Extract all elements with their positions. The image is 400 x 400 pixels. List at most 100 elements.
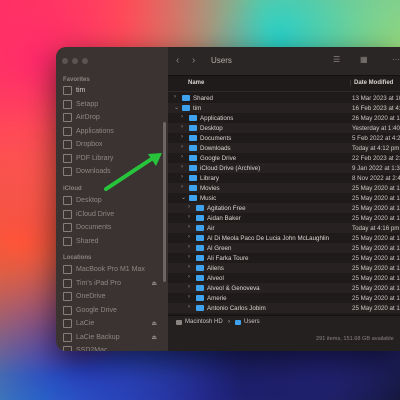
file-row[interactable]: › Amerie 25 May 2020 at 1 (168, 293, 400, 303)
list-view-icon[interactable]: ☰ (333, 55, 340, 64)
eject-icon[interactable]: ⏏ (151, 320, 157, 327)
file-name: Movies (200, 184, 220, 192)
minimize-window-button[interactable] (72, 58, 78, 64)
disclosure-collapsed-icon[interactable]: › (181, 124, 183, 130)
disclosure-collapsed-icon[interactable]: › (181, 114, 183, 120)
eject-icon[interactable]: ⏏ (151, 280, 157, 287)
sidebar-item-icloud-desktop[interactable]: Desktop (63, 195, 163, 206)
file-row[interactable]: › Desktop Yesterday at 1:40 (168, 123, 400, 133)
sidebar-item-location-3[interactable]: Google Drive (63, 305, 163, 316)
sidebar-item-tim[interactable]: tim (63, 85, 163, 96)
disclosure-collapsed-icon[interactable]: › (181, 174, 183, 180)
file-row[interactable]: › Movies 25 May 2020 at 1 (168, 183, 400, 193)
file-date: 22 Feb 2023 at 2: (352, 154, 400, 162)
sidebar-icon (63, 292, 72, 301)
file-row[interactable]: › Shared 13 Mar 2023 at 10 (168, 93, 400, 103)
file-row[interactable]: › Documents 5 Feb 2022 at 4:2 (168, 133, 400, 143)
path-separator: › (228, 319, 230, 325)
file-row[interactable]: › Alveol & Genoveva 25 May 2020 at 1 (168, 283, 400, 293)
locations-heading: Locations (63, 255, 92, 261)
sidebar-item-icloud-shared[interactable]: Shared (63, 236, 163, 247)
file-row[interactable]: › Ali Farka Toure 25 May 2020 at 1 (168, 253, 400, 263)
disclosure-collapsed-icon[interactable]: › (188, 214, 190, 220)
disclosure-collapsed-icon[interactable]: › (188, 304, 190, 310)
file-date: 13 Mar 2023 at 10 (352, 94, 400, 102)
file-row[interactable]: › Library 8 Nov 2022 at 2:4 (168, 173, 400, 183)
file-row[interactable]: › Downloads Today at 4:12 pm (168, 143, 400, 153)
path-disk[interactable]: Macintosh HD (185, 319, 223, 325)
forward-button[interactable]: › (192, 55, 195, 66)
back-button[interactable]: ‹ (176, 55, 179, 66)
file-row[interactable]: › Alveol 25 May 2020 at 1 (168, 273, 400, 283)
file-name: Alveol & Genoveva (207, 284, 260, 292)
sidebar-item-location-2[interactable]: OneDrive (63, 291, 163, 302)
sidebar-item-location-6[interactable]: SSD2Mac (63, 345, 163, 351)
file-date: 25 May 2020 at 1 (352, 214, 400, 222)
file-date: Today at 4:12 pm (352, 144, 400, 152)
sidebar-item-icloud-documents[interactable]: Documents (63, 222, 163, 233)
sidebar-item-airdrop[interactable]: AirDrop (63, 112, 163, 123)
disclosure-collapsed-icon[interactable]: › (181, 154, 183, 160)
disclosure-collapsed-icon[interactable]: › (181, 144, 183, 150)
disclosure-expanded-icon[interactable]: ⌄ (174, 104, 179, 111)
file-row[interactable]: › Al Green 25 May 2020 at 1 (168, 243, 400, 253)
sidebar-item-label: Dropbox (76, 141, 103, 148)
file-row[interactable]: › Applications 26 May 2020 at 1 (168, 113, 400, 123)
sidebar-item-label: Google Drive (76, 306, 117, 314)
file-row[interactable]: › Agitation Free 25 May 2020 at 1 (168, 203, 400, 213)
main-pane: ‹ › Users ☰ ▦ ⋯ Name Date Modified › Shar… (168, 47, 400, 351)
file-row[interactable]: ⌄ tim 16 Feb 2023 at 4:2 (168, 103, 400, 113)
sidebar-scrollbar[interactable] (163, 122, 166, 282)
disclosure-collapsed-icon[interactable]: › (188, 254, 190, 260)
disclosure-collapsed-icon[interactable]: › (181, 184, 183, 190)
file-name: Downloads (200, 144, 231, 152)
disclosure-collapsed-icon[interactable]: › (181, 164, 183, 170)
sidebar-item-icloud-icloud-drive[interactable]: iCloud Drive (63, 209, 163, 220)
sidebar-item-location-4[interactable]: LaCie ⏏ (63, 318, 163, 329)
disclosure-collapsed-icon[interactable]: › (188, 244, 190, 250)
date-column-header[interactable]: Date Modified (350, 80, 393, 86)
close-window-button[interactable] (62, 58, 68, 64)
sidebar-item-location-5[interactable]: LaCie Backup ⏏ (63, 332, 163, 343)
sidebar-item-applications[interactable]: Applications (63, 126, 163, 137)
disclosure-expanded-icon[interactable]: ⌄ (181, 194, 186, 201)
disclosure-collapsed-icon[interactable]: › (188, 234, 190, 240)
disclosure-collapsed-icon[interactable]: › (188, 264, 190, 270)
disclosure-collapsed-icon[interactable]: › (188, 224, 190, 230)
file-row[interactable]: › Aliens 25 May 2020 at 1 (168, 263, 400, 273)
sidebar-item-location-0[interactable]: MacBook Pro M1 Max (63, 264, 163, 275)
zoom-window-button[interactable] (82, 58, 88, 64)
disclosure-collapsed-icon[interactable]: › (188, 294, 190, 300)
group-icon[interactable]: ▦ (360, 55, 368, 64)
eject-icon[interactable]: ⏏ (151, 334, 157, 341)
disclosure-collapsed-icon[interactable]: › (188, 284, 190, 290)
folder-icon (189, 185, 197, 191)
folder-icon (189, 145, 197, 151)
file-row[interactable]: › Al Di Meola Paco De Lucia John McLaughl… (168, 233, 400, 243)
name-column-header[interactable]: Name (188, 80, 204, 86)
file-row[interactable]: › Antonio Carlos Jobim 25 May 2020 at 1 (168, 303, 400, 313)
file-date: 25 May 2020 at 1 (352, 294, 400, 302)
folder-icon (189, 175, 197, 181)
disclosure-collapsed-icon[interactable]: › (188, 274, 190, 280)
file-row[interactable]: › Aidan Baker 25 May 2020 at 1 (168, 213, 400, 223)
file-row[interactable]: › Air Today at 4:16 pm (168, 223, 400, 233)
sidebar-item-setapp[interactable]: Setapp (63, 99, 163, 110)
more-icon[interactable]: ⋯ (392, 55, 400, 64)
disclosure-collapsed-icon[interactable]: › (181, 134, 183, 140)
file-name: Al Di Meola Paco De Lucia John McLaughli… (207, 234, 330, 242)
disclosure-collapsed-icon[interactable]: › (174, 94, 176, 100)
disclosure-collapsed-icon[interactable]: › (188, 204, 190, 210)
folder-icon (182, 105, 190, 111)
file-name: Ali Farka Toure (207, 254, 249, 262)
sidebar-item-dropbox[interactable]: Dropbox (63, 139, 163, 150)
sidebar-item-location-1[interactable]: Tim's iPad Pro ⏏ (63, 278, 163, 289)
file-row[interactable]: › Google Drive 22 Feb 2023 at 2: (168, 153, 400, 163)
file-row[interactable]: ⌄ Music 25 May 2020 at 1 (168, 193, 400, 203)
file-name: Aliens (207, 264, 224, 272)
favorites-heading: Favorites (63, 77, 90, 83)
path-folder[interactable]: Users (244, 319, 260, 325)
file-name: Google Drive (200, 154, 237, 162)
file-row[interactable]: › iCloud Drive (Archive) 9 Jan 2022 at 1:3 (168, 163, 400, 173)
file-date: 25 May 2020 at 1 (352, 274, 400, 282)
